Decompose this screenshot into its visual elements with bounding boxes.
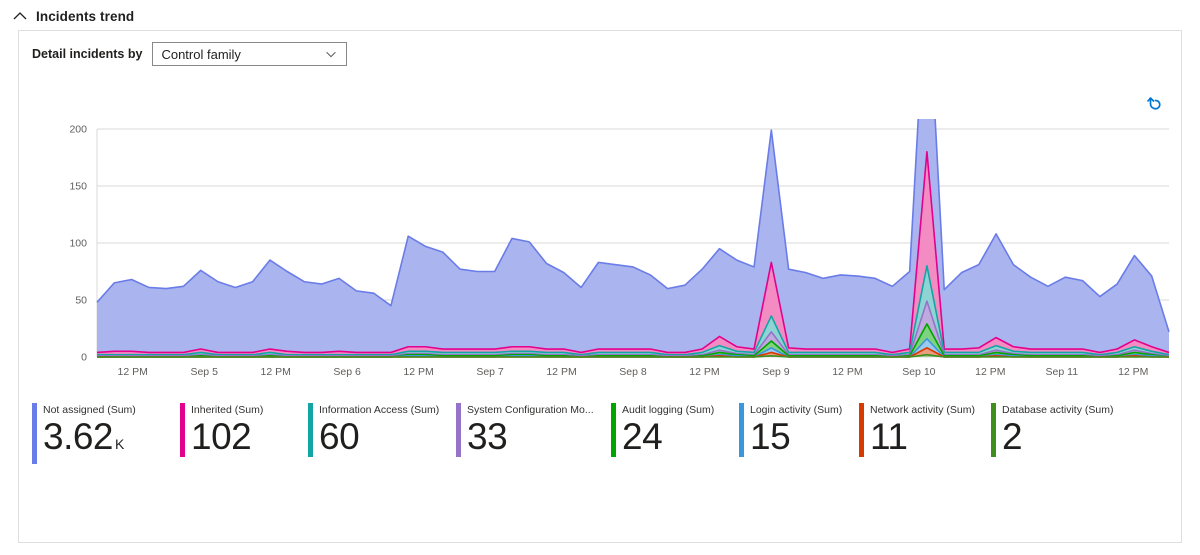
legend-color-swatch — [991, 403, 996, 457]
x-axis-tick-label: Sep 8 — [619, 366, 647, 378]
legend-item-label: Audit logging (Sum) — [622, 404, 715, 416]
y-axis-tick-label: 150 — [69, 181, 87, 193]
legend-item-value: 33 — [467, 416, 508, 457]
detail-incidents-by-dropdown[interactable]: Control family — [152, 42, 348, 66]
area-series-fill — [97, 119, 1169, 353]
legend-color-swatch — [456, 403, 461, 457]
legend-item-label: Not assigned (Sum) — [43, 404, 136, 416]
legend-color-swatch — [32, 403, 37, 464]
legend-item-value: 15 — [750, 416, 791, 457]
x-axis-tick-label: 12 PM — [975, 366, 1005, 378]
legend-item[interactable]: Inherited (Sum) 102 — [180, 403, 308, 457]
legend-item-value: 3.62 K — [43, 416, 125, 457]
chart-legend: Not assigned (Sum) 3.62 K Inherited (Sum) 10… — [32, 403, 1173, 464]
legend-item[interactable]: Database activity (Sum) 2 — [991, 403, 1131, 457]
legend-color-swatch — [308, 403, 313, 457]
legend-item-value: 11 — [870, 416, 908, 457]
x-axis-tick-label: 12 PM — [546, 366, 576, 378]
legend-item-value: 60 — [319, 416, 360, 457]
x-axis-tick-label: 12 PM — [832, 366, 862, 378]
legend-item[interactable]: Login activity (Sum) 15 — [739, 403, 859, 457]
legend-item-value: 102 — [191, 416, 252, 457]
legend-color-swatch — [859, 403, 864, 457]
x-axis-tick-label: Sep 11 — [1046, 366, 1079, 378]
legend-color-swatch — [611, 403, 616, 457]
legend-item-label: Information Access (Sum) — [319, 404, 440, 416]
detail-incidents-by-label: Detail incidents by — [32, 47, 143, 61]
x-axis-tick-label: Sep 6 — [333, 366, 361, 378]
chart-canvas[interactable]: 0 50 100 150 200 12 PM Sep 5 12 PM Sep 6 12 PM Sep… — [19, 119, 1181, 399]
filter-row: Detail incidents by Control family — [19, 31, 1181, 66]
reset-arrow-icon[interactable] — [1145, 91, 1169, 115]
legend-item-label: Database activity (Sum) — [1002, 404, 1114, 416]
x-axis-tick-label: 12 PM — [403, 366, 433, 378]
y-axis-tick-label: 50 — [75, 295, 87, 307]
legend-value-unit: K — [115, 436, 125, 452]
y-axis-tick-label: 100 — [69, 238, 87, 250]
x-axis-tick-label: 12 PM — [1118, 366, 1148, 378]
chevron-down-icon — [326, 51, 337, 58]
y-axis-tick-label: 200 — [69, 124, 87, 136]
x-axis-tick-label: 12 PM — [118, 366, 148, 378]
legend-item-value: 24 — [622, 416, 663, 457]
legend-item[interactable]: Not assigned (Sum) 3.62 K — [32, 403, 180, 464]
page-title: Incidents trend — [36, 8, 135, 24]
legend-color-swatch — [739, 403, 744, 457]
incidents-trend-card: Detail incidents by Control family 0 50 10… — [18, 30, 1182, 543]
legend-item[interactable]: Information Access (Sum) 60 — [308, 403, 456, 457]
incidents-trend-chart[interactable]: 0 50 100 150 200 12 PM Sep 5 12 PM Sep 6 12 PM Sep… — [19, 119, 1181, 399]
x-axis-tick-label: 12 PM — [260, 366, 290, 378]
legend-item[interactable]: System Configuration Mo... 33 — [456, 403, 611, 457]
x-axis-tick-label: Sep 7 — [476, 366, 504, 378]
x-axis-tick-label: Sep 10 — [902, 366, 935, 378]
legend-item[interactable]: Audit logging (Sum) 24 — [611, 403, 739, 457]
legend-item-label: System Configuration Mo... — [467, 404, 594, 416]
chevron-up-icon[interactable] — [12, 8, 28, 24]
dropdown-selected-value: Control family — [161, 46, 241, 62]
section-header[interactable]: Incidents trend — [0, 0, 1200, 32]
legend-item-label: Login activity (Sum) — [750, 404, 843, 416]
x-axis-tick-label: Sep 9 — [762, 366, 790, 378]
legend-item-label: Network activity (Sum) — [870, 404, 976, 416]
legend-color-swatch — [180, 403, 185, 457]
legend-item-value: 2 — [1002, 416, 1023, 457]
legend-item[interactable]: Network activity (Sum) 11 — [859, 403, 991, 457]
y-axis-tick-label: 0 — [81, 352, 87, 364]
legend-item-label: Inherited (Sum) — [191, 404, 264, 416]
x-axis-tick-label: Sep 5 — [190, 366, 218, 378]
x-axis-tick-label: 12 PM — [689, 366, 719, 378]
